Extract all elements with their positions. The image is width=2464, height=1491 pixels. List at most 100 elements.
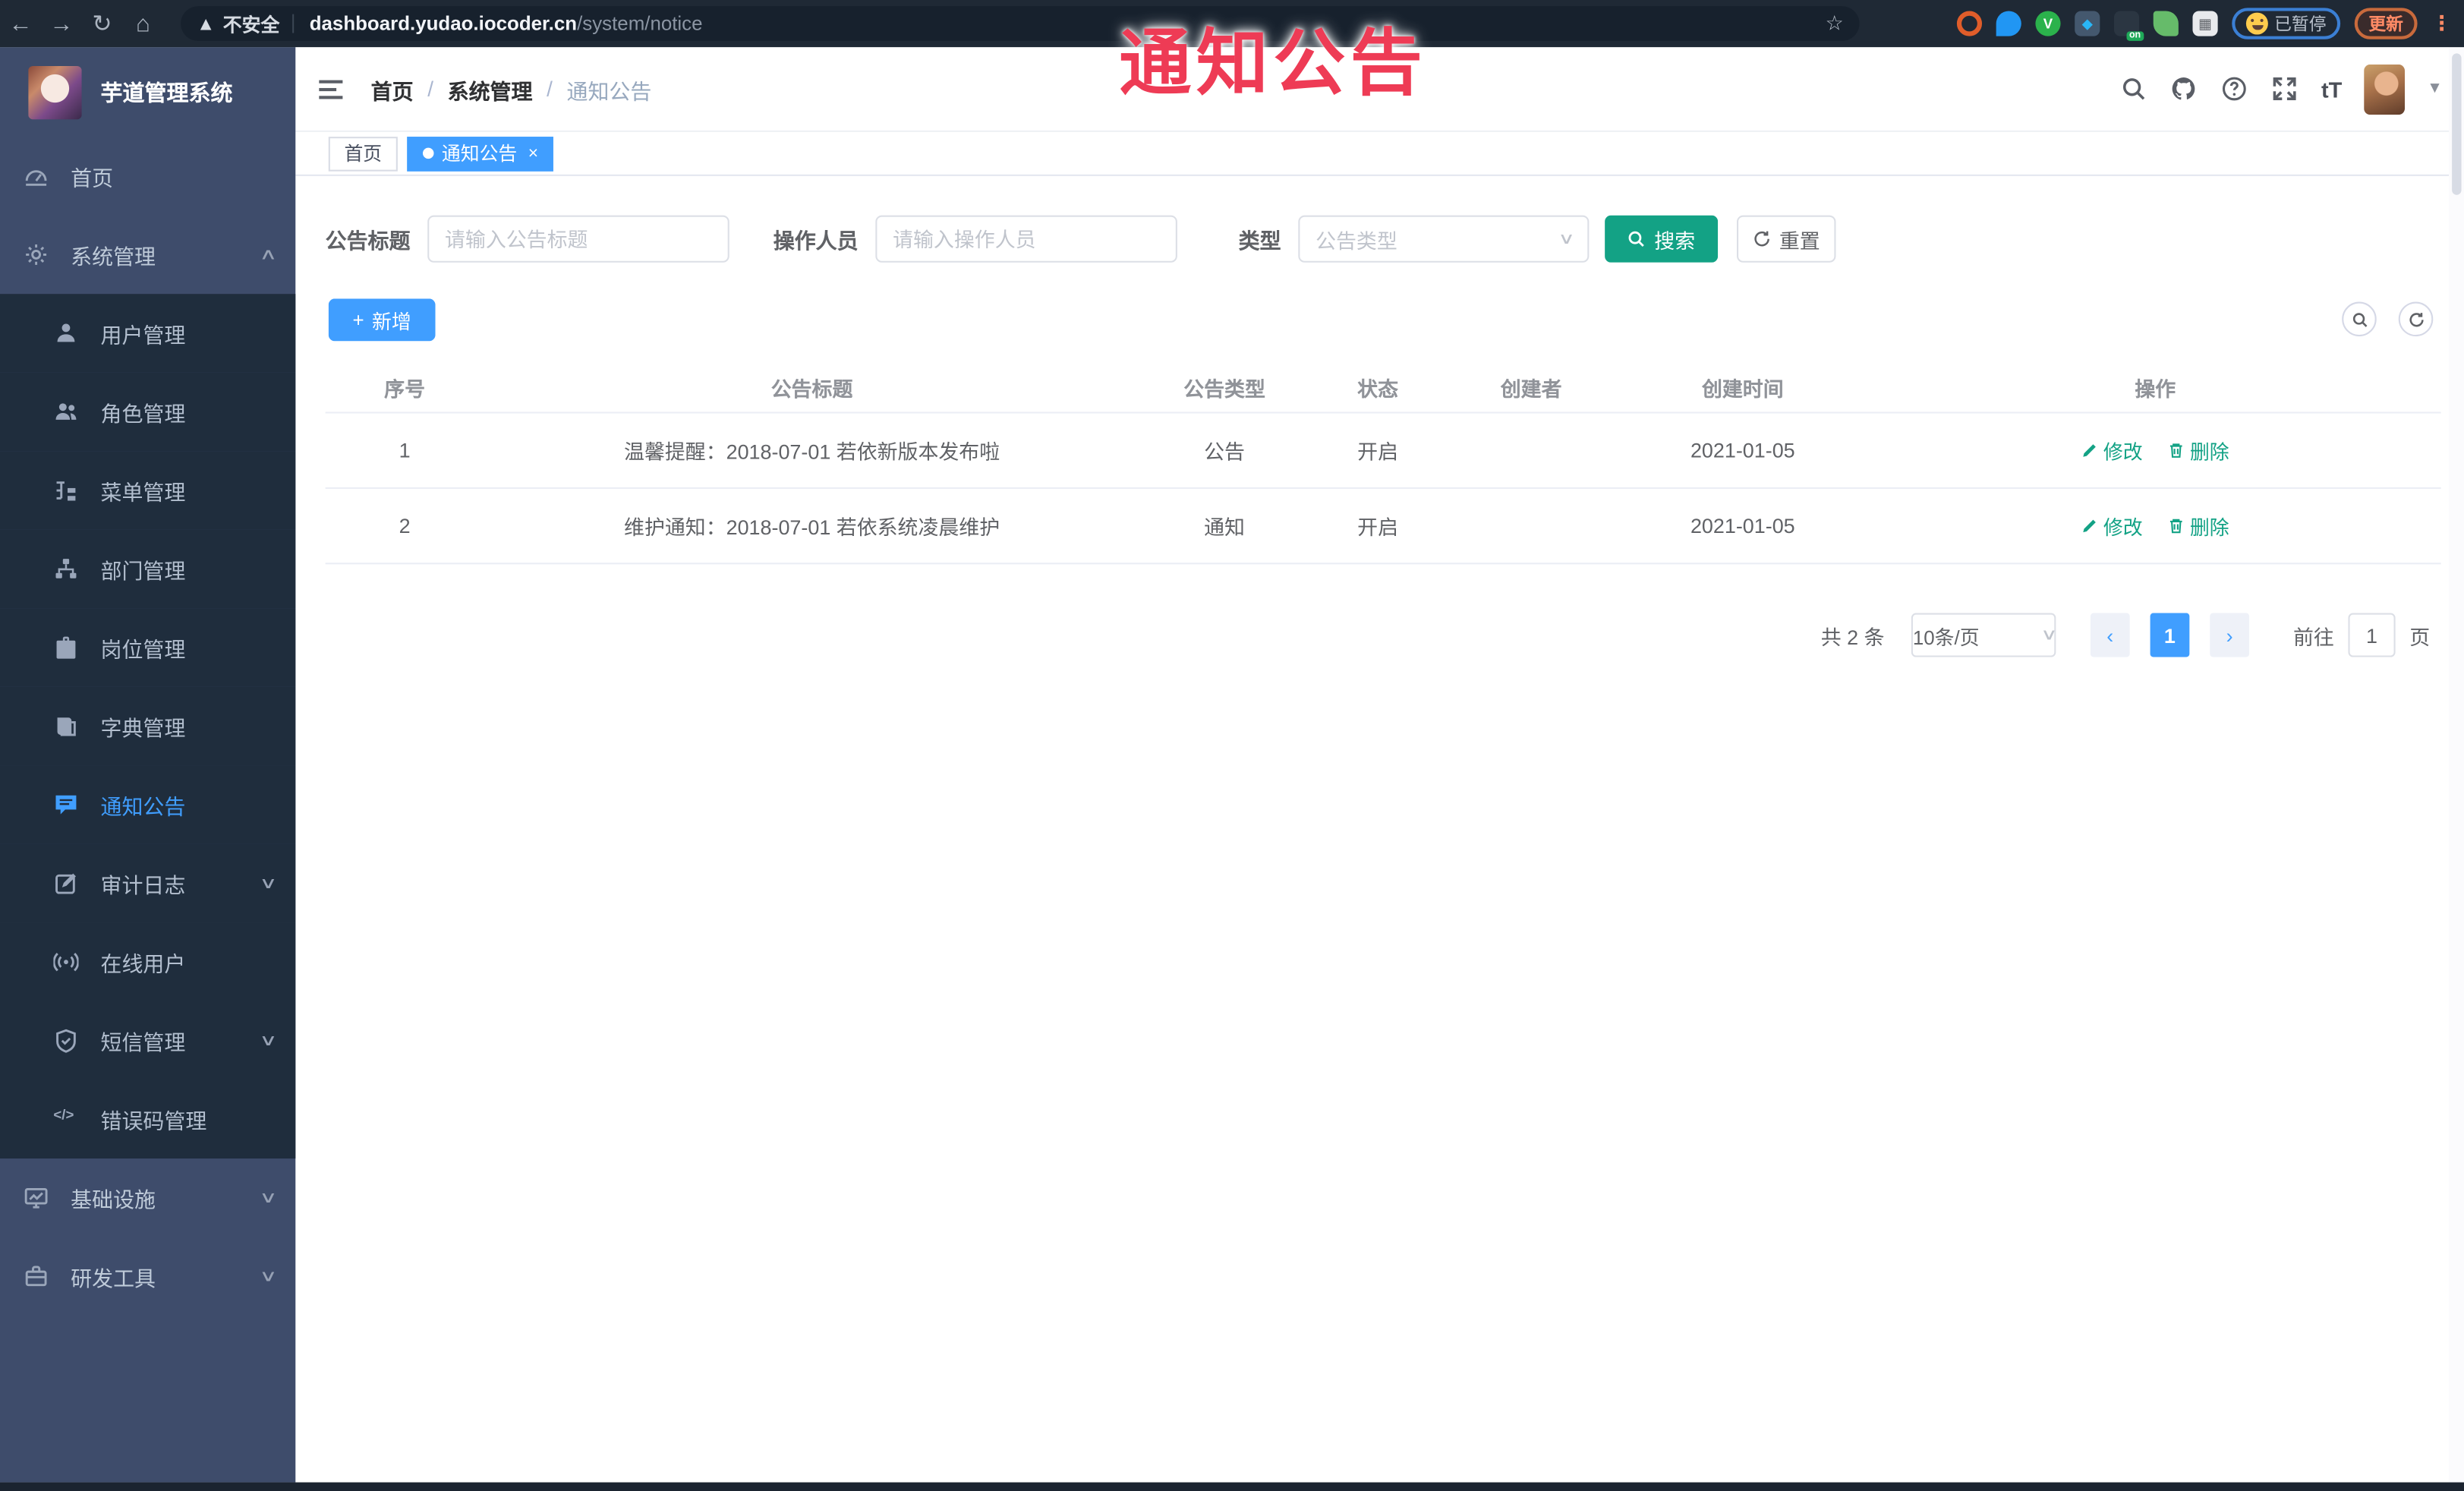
sidebar-item-departments[interactable]: 部门管理 xyxy=(0,529,296,609)
shield-icon xyxy=(53,1028,78,1053)
sidebar-item-users[interactable]: 用户管理 xyxy=(0,294,296,373)
bookmark-star-icon[interactable]: ☆ xyxy=(1826,11,1844,36)
search-icon[interactable] xyxy=(2120,74,2148,102)
chevron-down-icon: ∨ xyxy=(1557,230,1575,248)
trash-icon xyxy=(2170,519,2183,534)
online-icon xyxy=(53,950,79,975)
extension-pin-icon[interactable] xyxy=(1996,11,2021,36)
extension-icon[interactable]: ◆ xyxy=(2075,11,2100,36)
chevron-down-icon: ∨ xyxy=(258,875,277,893)
sidebar-item-dev-tools[interactable]: 研发工具 ∨ xyxy=(0,1237,295,1316)
url-host: dashboard.yudao.iocoder.cn xyxy=(309,12,578,35)
delete-link[interactable]: 删除 xyxy=(2168,511,2229,541)
profile-paused-badge[interactable]: 已暂停 xyxy=(2232,8,2341,39)
pagination-total: 共 2 条 xyxy=(1820,625,1885,649)
sidebar-item-home[interactable]: 首页 xyxy=(0,137,295,216)
breadcrumb-home[interactable]: 首页 xyxy=(371,73,414,104)
warning-icon: ▲ xyxy=(196,12,216,35)
sidebar-item-posts[interactable]: 岗位管理 xyxy=(0,608,296,687)
back-icon[interactable]: ← xyxy=(0,10,41,36)
table-header-row: 序号 公告标题 公告类型 状态 创建者 创建时间 操作 xyxy=(325,361,2441,414)
app-logo[interactable]: 芋道管理系统 xyxy=(0,47,295,137)
type-label: 类型 xyxy=(1238,229,1281,254)
gear-icon xyxy=(24,242,49,267)
operator-input[interactable] xyxy=(875,215,1177,263)
screen: ← → ↻ ⌂ ▲ 不安全 dashboard.yudao.iocoder.cn… xyxy=(0,0,2464,1491)
search-icon xyxy=(1629,231,1645,247)
address-bar[interactable]: ▲ 不安全 dashboard.yudao.iocoder.cn /system… xyxy=(181,6,1860,41)
briefcase-icon xyxy=(53,635,78,660)
active-tab-dot xyxy=(423,147,434,159)
page-size-select[interactable]: 10条/页 ∨ xyxy=(1911,613,2057,657)
reset-button[interactable]: 重置 xyxy=(1737,215,1836,263)
sidebar-item-roles[interactable]: 角色管理 xyxy=(0,372,296,452)
browser-menu-icon[interactable]: ⋮ xyxy=(2431,11,2452,36)
page-unit-label: 页 xyxy=(2409,625,2431,649)
delete-link[interactable]: 删除 xyxy=(2168,436,2229,465)
header-actions: tT ▼ xyxy=(2120,63,2464,115)
sidebar-toggle-icon[interactable] xyxy=(295,79,358,99)
edit-link[interactable]: 修改 xyxy=(2081,436,2143,465)
edit-link[interactable]: 修改 xyxy=(2081,511,2143,541)
sidebar-item-sms[interactable]: 短信管理 ∨ xyxy=(0,1001,296,1080)
security-label[interactable]: 不安全 xyxy=(223,10,280,36)
menu-tree-icon xyxy=(53,478,78,503)
chevron-down-icon: ∨ xyxy=(258,1267,277,1285)
extension-icon[interactable]: V xyxy=(2035,11,2061,36)
refresh-icon xyxy=(1754,231,1769,247)
chrome-update-button[interactable]: 更新 xyxy=(2354,8,2418,39)
extension-on-icon[interactable]: on xyxy=(2113,11,2144,41)
sidebar-item-menus[interactable]: 菜单管理 xyxy=(0,451,296,530)
current-page-button[interactable]: 1 xyxy=(2150,613,2190,657)
close-tab-icon[interactable]: × xyxy=(528,143,538,162)
font-size-icon[interactable]: tT xyxy=(2321,76,2342,101)
sidebar-item-system[interactable]: 系统管理 ∧ xyxy=(0,216,295,295)
add-button[interactable]: + 新增 xyxy=(328,298,436,342)
sidebar-item-error-codes[interactable]: </> 错误码管理 xyxy=(0,1080,296,1159)
extension-icon[interactable] xyxy=(1956,11,1983,36)
type-select[interactable]: 公告类型 ∨ xyxy=(1298,215,1590,263)
omnibox-divider xyxy=(291,14,295,33)
sidebar-item-online-users[interactable]: 在线用户 xyxy=(0,922,296,1001)
user-avatar[interactable] xyxy=(2364,63,2406,115)
notice-title-input[interactable] xyxy=(427,215,729,263)
sidebar-item-notices[interactable]: 通知公告 xyxy=(0,765,296,844)
filter-form: 公告标题 操作人员 类型 公告类型 ∨ 搜索 重置 xyxy=(326,215,1836,263)
app-header: 首页 / 系统管理 / 通知公告 tT ▼ xyxy=(295,47,2464,132)
fullscreen-icon[interactable] xyxy=(2271,74,2299,102)
goto-page-input[interactable] xyxy=(2348,613,2396,657)
help-icon[interactable] xyxy=(2220,74,2248,102)
tab-home[interactable]: 首页 xyxy=(328,136,398,171)
forward-icon[interactable]: → xyxy=(41,10,82,36)
sidebar-menu: 首页 系统管理 ∧ 用户管理 角色管理 菜单管理 部门管理 岗位管理 字典管理 … xyxy=(0,137,296,1316)
toolbox-icon xyxy=(24,1264,49,1289)
extension-leaf-icon[interactable] xyxy=(2153,11,2179,36)
scrollbar[interactable] xyxy=(2448,47,2464,1483)
sidebar-item-infrastructure[interactable]: 基础设施 ∨ xyxy=(0,1158,295,1237)
avatar-caret-icon[interactable]: ▼ xyxy=(2427,80,2443,98)
goto-label: 前往 xyxy=(2292,625,2334,649)
tab-notices[interactable]: 通知公告 × xyxy=(407,136,554,171)
table-toolbar xyxy=(2342,301,2434,337)
notices-table: 序号 公告标题 公告类型 状态 创建者 创建时间 操作 1 温馨提醒：2018-… xyxy=(325,361,2441,565)
next-page-button[interactable]: › xyxy=(2210,613,2249,657)
reload-icon[interactable]: ↻ xyxy=(82,9,123,37)
url-path: /system/notice xyxy=(577,12,703,35)
bottom-edge xyxy=(0,1482,2464,1491)
home-icon[interactable]: ⌂ xyxy=(123,10,164,36)
breadcrumb-system[interactable]: 系统管理 xyxy=(448,73,533,104)
user-icon xyxy=(53,320,78,345)
github-icon[interactable] xyxy=(2170,74,2198,102)
sidebar: 芋道管理系统 首页 系统管理 ∧ 用户管理 角色管理 菜单管理 部门管理 岗位管… xyxy=(0,47,296,1483)
sidebar-item-dictionary[interactable]: 字典管理 xyxy=(0,686,296,766)
refresh-button[interactable] xyxy=(2398,301,2434,337)
extensions-puzzle-icon[interactable]: ▦ xyxy=(2192,11,2218,36)
sidebar-item-audit-log[interactable]: 审计日志 ∨ xyxy=(0,843,296,923)
table-row: 1 温馨提醒：2018-07-01 若依新版本发布啦 公告 开启 2021-01… xyxy=(325,414,2441,489)
search-button[interactable]: 搜索 xyxy=(1605,215,1719,263)
browser-toolbar: ← → ↻ ⌂ ▲ 不安全 dashboard.yudao.iocoder.cn… xyxy=(0,0,2464,48)
prev-page-button[interactable]: ‹ xyxy=(2090,613,2130,657)
logo-image xyxy=(28,65,82,119)
plus-icon: + xyxy=(352,308,364,331)
show-search-button[interactable] xyxy=(2342,301,2377,337)
